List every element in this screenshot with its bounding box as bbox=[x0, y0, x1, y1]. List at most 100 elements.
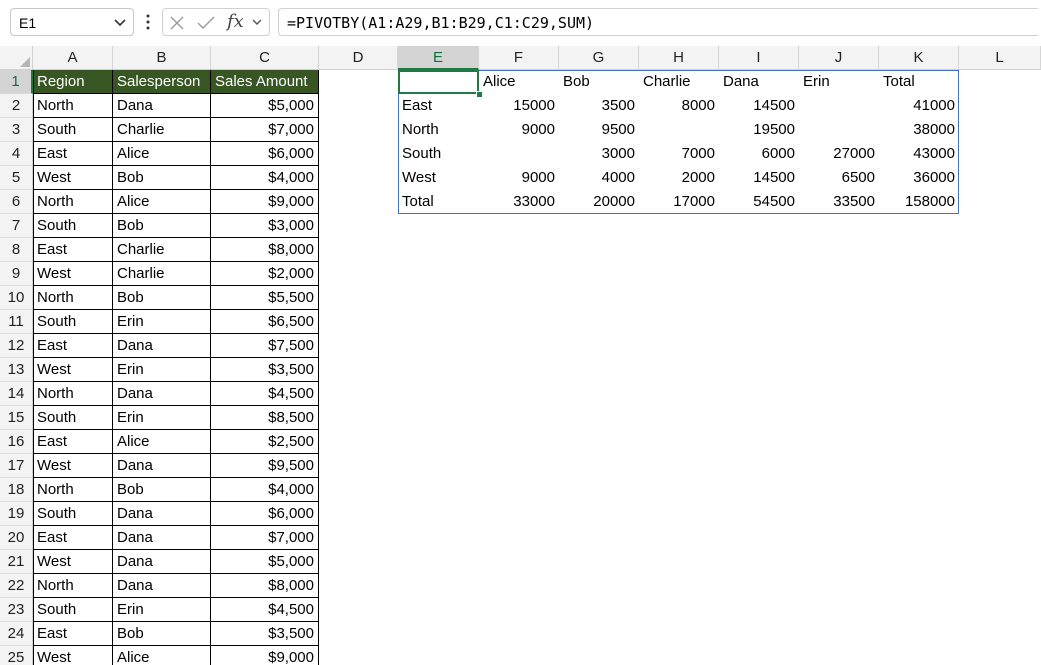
table-cell[interactable]: North bbox=[33, 478, 113, 502]
pivot-value-cell[interactable]: 20000 bbox=[559, 190, 639, 214]
table-cell[interactable]: Bob bbox=[113, 478, 211, 502]
table-cell[interactable]: East bbox=[33, 526, 113, 550]
table-cell[interactable]: West bbox=[33, 358, 113, 382]
pivot-value-cell[interactable]: 19500 bbox=[719, 118, 799, 142]
pivot-value-cell[interactable]: 9000 bbox=[479, 118, 559, 142]
column-header-l[interactable]: L bbox=[959, 46, 1041, 70]
pivot-row-label[interactable]: North bbox=[398, 118, 479, 142]
column-header-i[interactable]: I bbox=[719, 46, 799, 70]
row-header-19[interactable]: 19 bbox=[0, 502, 33, 526]
table-cell[interactable]: $5,000 bbox=[211, 94, 319, 118]
pivot-value-cell[interactable]: 33500 bbox=[799, 190, 879, 214]
pivot-value-cell[interactable]: 38000 bbox=[879, 118, 959, 142]
pivot-row-label[interactable]: South bbox=[398, 142, 479, 166]
table-cell[interactable]: North bbox=[33, 286, 113, 310]
table-cell[interactable]: $3,500 bbox=[211, 622, 319, 646]
table-cell[interactable]: $8,000 bbox=[211, 238, 319, 262]
chevron-down-icon[interactable] bbox=[251, 16, 263, 28]
column-header-a[interactable]: A bbox=[33, 46, 113, 70]
row-header-4[interactable]: 4 bbox=[0, 142, 33, 166]
chevron-down-icon[interactable] bbox=[113, 15, 127, 29]
insert-function-icon[interactable]: fx bbox=[227, 11, 244, 32]
pivot-value-cell[interactable]: 7000 bbox=[639, 142, 719, 166]
table-cell[interactable]: $5,000 bbox=[211, 550, 319, 574]
table-cell[interactable]: Alice bbox=[113, 142, 211, 166]
pivot-value-cell[interactable]: 14500 bbox=[719, 94, 799, 118]
column-header-h[interactable]: H bbox=[639, 46, 719, 70]
table-cell[interactable]: South bbox=[33, 502, 113, 526]
table-cell[interactable]: $6,000 bbox=[211, 502, 319, 526]
column-header-j[interactable]: J bbox=[799, 46, 879, 70]
cancel-icon[interactable] bbox=[169, 15, 185, 31]
pivot-row-label[interactable]: East bbox=[398, 94, 479, 118]
table-cell[interactable]: $2,500 bbox=[211, 430, 319, 454]
table-cell[interactable]: Bob bbox=[113, 214, 211, 238]
pivot-value-cell[interactable] bbox=[799, 94, 879, 118]
table-cell[interactable]: North bbox=[33, 190, 113, 214]
table-cell[interactable]: $7,000 bbox=[211, 526, 319, 550]
table-header-cell[interactable]: Salesperson bbox=[113, 70, 211, 94]
table-cell[interactable]: Alice bbox=[113, 430, 211, 454]
pivot-value-cell[interactable]: 17000 bbox=[639, 190, 719, 214]
row-header-11[interactable]: 11 bbox=[0, 310, 33, 334]
table-cell[interactable]: South bbox=[33, 598, 113, 622]
pivot-value-cell[interactable]: 36000 bbox=[879, 166, 959, 190]
pivot-value-cell[interactable] bbox=[639, 118, 719, 142]
pivot-value-cell[interactable]: 41000 bbox=[879, 94, 959, 118]
table-cell[interactable]: East bbox=[33, 622, 113, 646]
pivot-value-cell[interactable]: 9500 bbox=[559, 118, 639, 142]
pivot-header-cell[interactable]: Charlie bbox=[639, 70, 719, 94]
pivot-value-cell[interactable]: 15000 bbox=[479, 94, 559, 118]
row-header-1[interactable]: 1 bbox=[0, 70, 33, 94]
table-cell[interactable]: Erin bbox=[113, 358, 211, 382]
row-header-5[interactable]: 5 bbox=[0, 166, 33, 190]
table-cell[interactable]: North bbox=[33, 382, 113, 406]
table-cell[interactable]: Erin bbox=[113, 406, 211, 430]
table-cell[interactable]: $4,000 bbox=[211, 478, 319, 502]
row-header-25[interactable]: 25 bbox=[0, 646, 33, 665]
table-cell[interactable]: East bbox=[33, 238, 113, 262]
column-header-e[interactable]: E bbox=[398, 46, 479, 70]
pivot-value-cell[interactable]: 33000 bbox=[479, 190, 559, 214]
row-header-6[interactable]: 6 bbox=[0, 190, 33, 214]
pivot-value-cell[interactable] bbox=[479, 142, 559, 166]
table-header-cell[interactable]: Region bbox=[33, 70, 113, 94]
table-cell[interactable]: West bbox=[33, 166, 113, 190]
row-header-13[interactable]: 13 bbox=[0, 358, 33, 382]
row-header-24[interactable]: 24 bbox=[0, 622, 33, 646]
row-header-8[interactable]: 8 bbox=[0, 238, 33, 262]
table-cell[interactable]: Dana bbox=[113, 550, 211, 574]
table-cell[interactable]: $8,000 bbox=[211, 574, 319, 598]
pivot-row-label[interactable]: Total bbox=[398, 190, 479, 214]
table-cell[interactable]: West bbox=[33, 646, 113, 665]
pivot-value-cell[interactable]: 27000 bbox=[799, 142, 879, 166]
table-cell[interactable]: Dana bbox=[113, 574, 211, 598]
row-header-17[interactable]: 17 bbox=[0, 454, 33, 478]
pivot-row-label[interactable]: West bbox=[398, 166, 479, 190]
pivot-value-cell[interactable]: 3000 bbox=[559, 142, 639, 166]
pivot-value-cell[interactable]: 8000 bbox=[639, 94, 719, 118]
column-header-f[interactable]: F bbox=[479, 46, 559, 70]
table-cell[interactable]: West bbox=[33, 262, 113, 286]
table-cell[interactable]: Charlie bbox=[113, 118, 211, 142]
table-cell[interactable]: Charlie bbox=[113, 238, 211, 262]
table-cell[interactable]: Bob bbox=[113, 622, 211, 646]
table-cell[interactable]: $3,500 bbox=[211, 358, 319, 382]
table-header-cell[interactable]: Sales Amount bbox=[211, 70, 319, 94]
table-cell[interactable]: $9,000 bbox=[211, 190, 319, 214]
pivot-header-cell[interactable]: Erin bbox=[799, 70, 879, 94]
table-cell[interactable]: South bbox=[33, 406, 113, 430]
pivot-header-cell[interactable]: Dana bbox=[719, 70, 799, 94]
table-cell[interactable]: North bbox=[33, 94, 113, 118]
pivot-value-cell[interactable]: 3500 bbox=[559, 94, 639, 118]
row-header-16[interactable]: 16 bbox=[0, 430, 33, 454]
pivot-value-cell[interactable]: 6500 bbox=[799, 166, 879, 190]
pivot-value-cell[interactable] bbox=[799, 118, 879, 142]
row-header-21[interactable]: 21 bbox=[0, 550, 33, 574]
column-header-d[interactable]: D bbox=[319, 46, 398, 70]
pivot-value-cell[interactable]: 6000 bbox=[719, 142, 799, 166]
table-cell[interactable]: West bbox=[33, 550, 113, 574]
table-cell[interactable]: $9,500 bbox=[211, 454, 319, 478]
table-cell[interactable]: Erin bbox=[113, 310, 211, 334]
pivot-value-cell[interactable]: 158000 bbox=[879, 190, 959, 214]
